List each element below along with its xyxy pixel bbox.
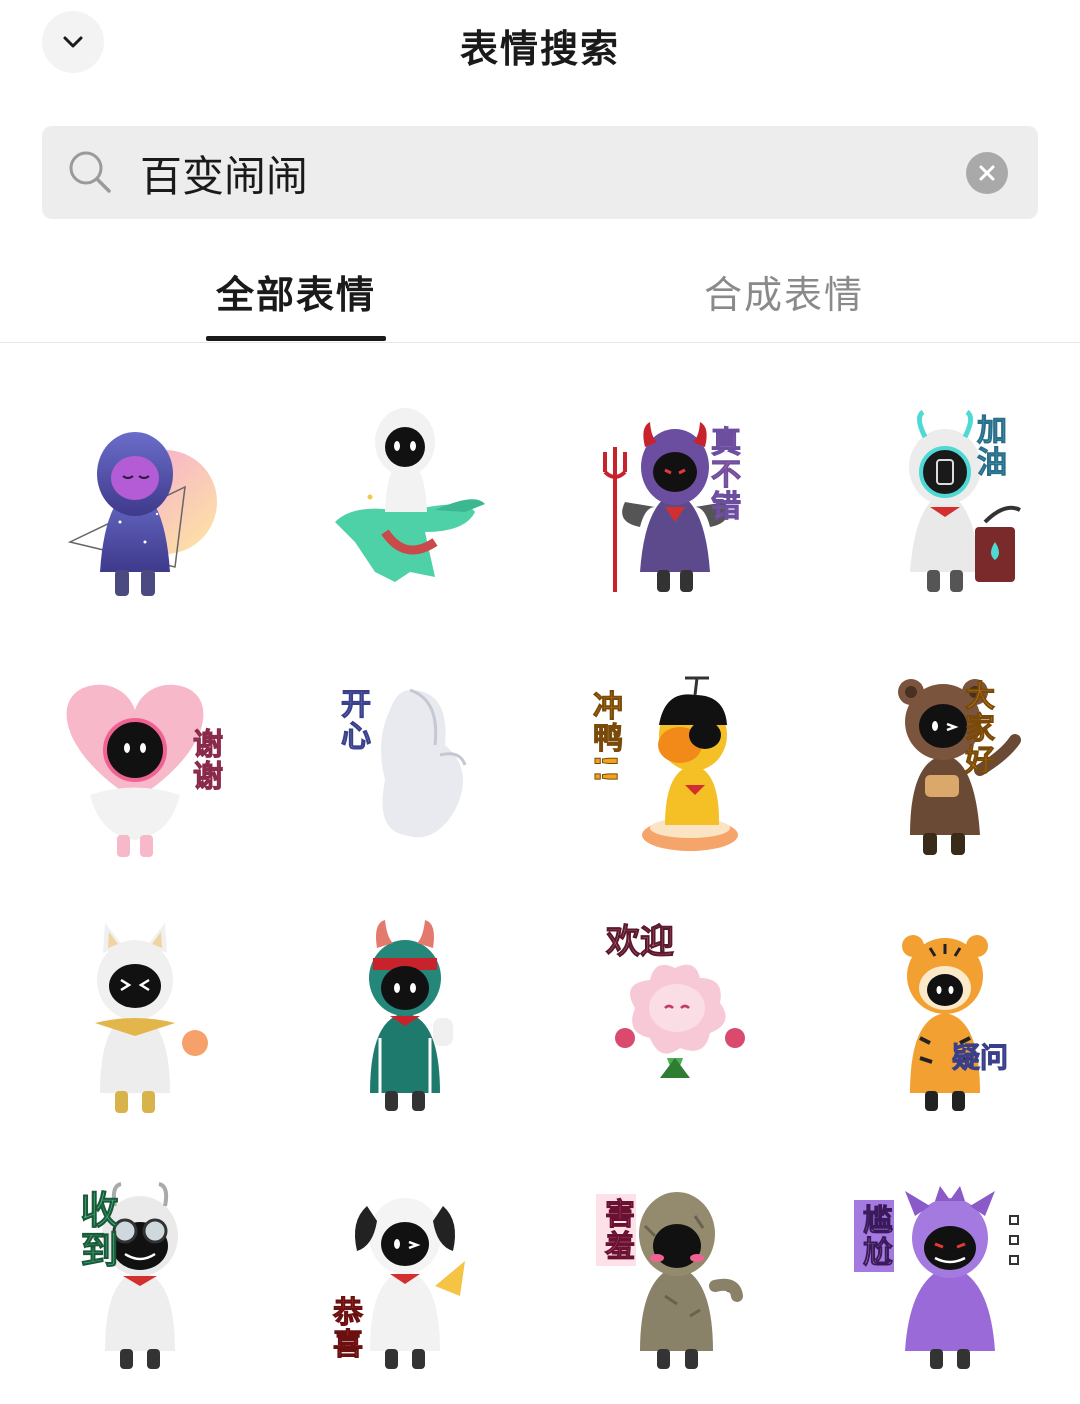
- sticker-caption: 欢迎: [606, 922, 675, 963]
- search-bar[interactable]: [42, 126, 1038, 219]
- sticker-item[interactable]: 开心: [270, 630, 540, 888]
- header: 表情搜索: [0, 0, 1080, 90]
- tiger-sticker: [902, 935, 988, 1111]
- sticker-caption: 冲鸭!!: [587, 689, 623, 786]
- sticker-item[interactable]: 大家好: [810, 630, 1080, 888]
- sticker-item[interactable]: 冲鸭!!: [540, 630, 810, 888]
- sticker-item[interactable]: 恭喜: [270, 1146, 540, 1404]
- tab-all-stickers[interactable]: 全部表情: [216, 264, 376, 319]
- sticker-item[interactable]: 疑问: [810, 888, 1080, 1146]
- sticker-item[interactable]: 欢迎: [540, 888, 810, 1146]
- white-blob-sticker: [381, 688, 467, 838]
- sticker-item[interactable]: 尴尬: [810, 1146, 1080, 1404]
- tracksuit-sticker: [369, 920, 453, 1111]
- sticker-grid: 真不错 加油 谢谢 开心 冲鸭!! 大家好 欢迎 疑问 收到 恭喜 害羞 尴尬: [0, 372, 1080, 1376]
- tab-composed-stickers[interactable]: 合成表情: [704, 264, 864, 319]
- page-title: 表情搜索: [459, 27, 620, 71]
- sticker-item[interactable]: [0, 888, 270, 1146]
- sticker-caption: 收到: [74, 1190, 119, 1271]
- tab-bar: 全部表情 合成表情: [0, 250, 1080, 343]
- sticker-item[interactable]: 害羞: [540, 1146, 810, 1404]
- sticker-caption: 疑问: [951, 1041, 1009, 1075]
- active-tab-indicator: [206, 336, 386, 341]
- sticker-item[interactable]: 收到: [0, 1146, 270, 1404]
- sticker-caption: 开心: [335, 688, 371, 753]
- sticker-caption: 恭喜: [327, 1296, 363, 1361]
- robot-sticker: [909, 409, 1021, 592]
- sticker-item[interactable]: 加油: [810, 372, 1080, 630]
- sticker-item[interactable]: 谢谢: [0, 630, 270, 888]
- sticker-caption: 谢谢: [187, 728, 223, 793]
- sticker-caption: 尴尬: [854, 1200, 894, 1272]
- sticker-caption: 大家好: [959, 680, 995, 777]
- sticker-caption: 加油: [971, 414, 1007, 479]
- sticker-caption: 害羞: [596, 1194, 636, 1266]
- sticker-item[interactable]: [270, 372, 540, 630]
- purple-ghost-sticker: [905, 1186, 1019, 1369]
- sticker-item[interactable]: [0, 372, 270, 630]
- sticker-item[interactable]: 真不错: [540, 372, 810, 630]
- sticker-item[interactable]: [270, 888, 540, 1146]
- search-input[interactable]: [138, 142, 922, 204]
- galaxy-hood-sticker: [67, 432, 217, 596]
- bear-sticker: [898, 679, 1021, 855]
- close-icon: [979, 165, 995, 181]
- search-icon: [69, 151, 111, 193]
- crocodile-rider-sticker: [335, 408, 485, 582]
- cat-sticker: [95, 923, 208, 1113]
- sticker-caption: 真不错: [705, 426, 741, 523]
- clear-search-button[interactable]: [966, 152, 1008, 194]
